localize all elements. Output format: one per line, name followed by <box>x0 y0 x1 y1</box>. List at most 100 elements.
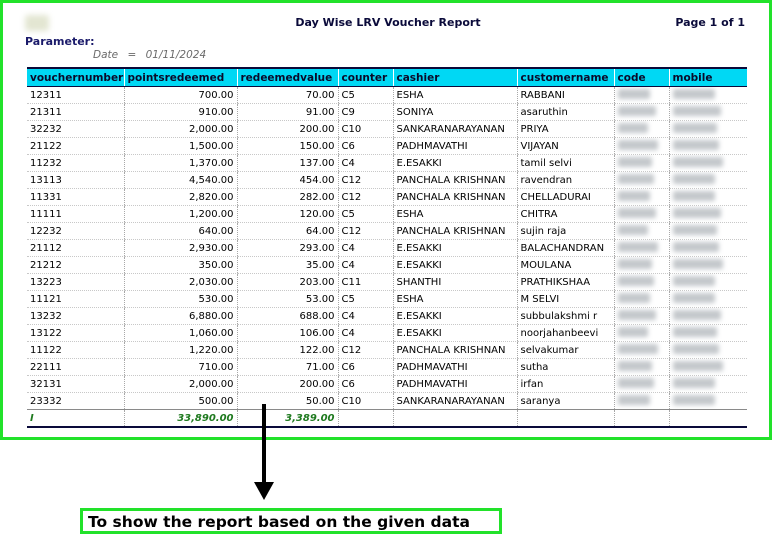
voucher-report-table: vouchernumber pointsredeemed redeemedvalue… <box>27 67 747 428</box>
cell-vouchernumber: 12311 <box>27 86 124 104</box>
redacted-value <box>672 241 719 252</box>
cell-vouchernumber: 23332 <box>27 392 124 410</box>
cell-counter: C9 <box>337 103 393 121</box>
cell-cashier: E.ESAKKI <box>392 256 517 274</box>
table-row: 11232 1,370.00 137.00 C4 E.ESAKKI tamil selvi <box>27 154 747 172</box>
cell-mobile-redacted <box>668 341 747 359</box>
column-header-cashier: cashier <box>392 67 517 87</box>
column-header-code: code <box>613 67 669 87</box>
redacted-value <box>617 173 654 184</box>
cell-redeemedvalue: 122.00 <box>236 341 338 359</box>
cell-redeemedvalue: 137.00 <box>236 154 338 172</box>
cell-cashier: ESHA <box>392 205 517 223</box>
cell-mobile-redacted <box>668 358 747 376</box>
cell-vouchernumber: 11122 <box>27 341 124 359</box>
cell-pointsredeemed: 1,220.00 <box>123 341 237 359</box>
cell-pointsredeemed: 2,000.00 <box>123 375 237 393</box>
cell-vouchernumber: 13113 <box>27 171 124 189</box>
cell-vouchernumber: 11111 <box>27 205 124 223</box>
redacted-value <box>617 343 658 354</box>
cell-mobile-redacted <box>668 188 747 206</box>
cell-counter: C12 <box>337 341 393 359</box>
redacted-value <box>672 309 721 320</box>
cell-mobile-redacted <box>668 120 747 138</box>
cell-vouchernumber: 32131 <box>27 375 124 393</box>
redacted-value <box>617 258 652 269</box>
cell-cashier: PADHMAVATHI <box>392 375 517 393</box>
cell-cashier: PADHMAVATHI <box>392 137 517 155</box>
cell-redeemedvalue: 282.00 <box>236 188 338 206</box>
redacted-value <box>617 326 648 337</box>
cell-redeemedvalue: 150.00 <box>236 137 338 155</box>
cell-pointsredeemed: 350.00 <box>123 256 237 274</box>
cell-cashier: E.ESAKKI <box>392 154 517 172</box>
cell-vouchernumber: 13223 <box>27 273 124 291</box>
table-row: 23332 500.00 50.00 C10 SANKARANARAYANAN saran… <box>27 392 747 410</box>
redacted-value <box>617 241 658 252</box>
report-frame: Day Wise LRV Voucher Report Page 1 of 1 … <box>0 0 772 440</box>
cell-counter: C4 <box>337 256 393 274</box>
totals-empty-cell <box>668 409 747 428</box>
cell-mobile-redacted <box>668 205 747 223</box>
cell-cashier: ESHA <box>392 86 517 104</box>
cell-redeemedvalue: 293.00 <box>236 239 338 257</box>
redacted-value <box>672 360 723 371</box>
cell-cashier: SHANTHI <box>392 273 517 291</box>
cell-vouchernumber: 11121 <box>27 290 124 308</box>
cell-redeemedvalue: 71.00 <box>236 358 338 376</box>
cell-vouchernumber: 22111 <box>27 358 124 376</box>
cell-pointsredeemed: 710.00 <box>123 358 237 376</box>
cell-mobile-redacted <box>668 154 747 172</box>
redacted-value <box>672 275 715 286</box>
cell-mobile-redacted <box>668 86 747 104</box>
totals-empty-cell <box>392 409 517 428</box>
cell-mobile-redacted <box>668 273 747 291</box>
cell-counter: C10 <box>337 120 393 138</box>
cell-customername: tamil selvi <box>516 154 614 172</box>
table-row: 32232 2,000.00 200.00 C10 SANKARANARAYANAN PR… <box>27 120 747 138</box>
cell-counter: C10 <box>337 392 393 410</box>
cell-vouchernumber: 21122 <box>27 137 124 155</box>
redacted-value <box>617 88 650 99</box>
table-header-row: vouchernumber pointsredeemed redeemedvalue… <box>27 67 747 87</box>
arrow-down-icon <box>254 482 274 500</box>
cell-code-redacted <box>613 137 669 155</box>
cell-pointsredeemed: 4,540.00 <box>123 171 237 189</box>
parameter-separator: = <box>127 49 137 61</box>
cell-redeemedvalue: 64.00 <box>236 222 338 240</box>
cell-counter: C4 <box>337 154 393 172</box>
redacted-value <box>617 190 650 201</box>
cell-pointsredeemed: 910.00 <box>123 103 237 121</box>
cell-counter: C11 <box>337 273 393 291</box>
column-header-redeemedvalue: redeemedvalue <box>236 67 338 87</box>
totals-redeemedvalue: 3,389.00 <box>236 409 338 428</box>
redacted-value <box>672 326 717 337</box>
cell-mobile-redacted <box>668 137 747 155</box>
cell-redeemedvalue: 35.00 <box>236 256 338 274</box>
totals-empty-cell <box>337 409 393 428</box>
cell-redeemedvalue: 53.00 <box>236 290 338 308</box>
cell-customername: irfan <box>516 375 614 393</box>
table-row: 32131 2,000.00 200.00 C6 PADHMAVATHI irfan <box>27 375 747 393</box>
cell-code-redacted <box>613 205 669 223</box>
redacted-value <box>617 275 654 286</box>
cell-mobile-redacted <box>668 307 747 325</box>
cell-mobile-redacted <box>668 171 747 189</box>
cell-customername: asaruthin <box>516 103 614 121</box>
cell-redeemedvalue: 200.00 <box>236 120 338 138</box>
cell-mobile-redacted <box>668 222 747 240</box>
redacted-value <box>672 258 723 269</box>
cell-cashier: E.ESAKKI <box>392 324 517 342</box>
column-header-mobile: mobile <box>668 67 747 87</box>
cell-customername: M SELVI <box>516 290 614 308</box>
cell-cashier: SONIYA <box>392 103 517 121</box>
cell-code-redacted <box>613 290 669 308</box>
cell-vouchernumber: 21311 <box>27 103 124 121</box>
redacted-value <box>617 156 652 167</box>
cell-redeemedvalue: 70.00 <box>236 86 338 104</box>
redacted-value <box>672 207 721 218</box>
cell-mobile-redacted <box>668 375 747 393</box>
cell-redeemedvalue: 120.00 <box>236 205 338 223</box>
redacted-value <box>672 377 715 388</box>
cell-code-redacted <box>613 171 669 189</box>
